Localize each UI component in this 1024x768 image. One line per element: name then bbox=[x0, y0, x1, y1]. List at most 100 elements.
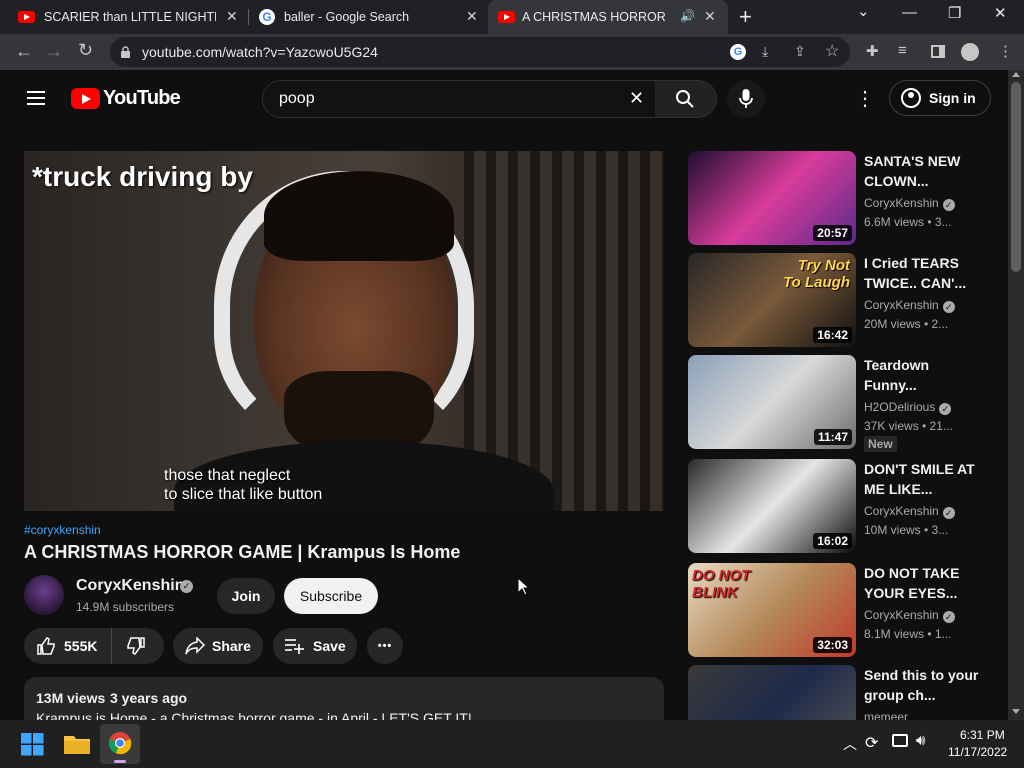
tab-audio-icon[interactable]: 🔊 bbox=[680, 9, 695, 23]
recommended-video-channel[interactable]: CoryxKenshin ✓ bbox=[864, 504, 955, 519]
reload-icon[interactable]: ↻ bbox=[78, 40, 93, 61]
tab-close-icon[interactable]: ✕ bbox=[466, 8, 478, 25]
new-tab-icon[interactable]: + bbox=[739, 4, 752, 30]
share-label: Share bbox=[212, 638, 251, 654]
clock-time[interactable]: 6:31 PM bbox=[960, 728, 1005, 742]
recommended-video-channel[interactable]: memeer bbox=[864, 710, 908, 720]
youtube-logo[interactable]: YouTube bbox=[71, 87, 181, 110]
recommended-video-title[interactable]: DON'T SMILE AT ME LIKE... bbox=[864, 459, 984, 499]
browser-tab-strip: SCARIER than LITTLE NIGHTMARES ✕ G balle… bbox=[0, 0, 1024, 34]
extensions-icon[interactable]: ✚ bbox=[866, 42, 879, 60]
minimize-icon[interactable]: — bbox=[902, 4, 917, 21]
windows-start-icon[interactable] bbox=[21, 733, 44, 756]
search-box[interactable]: poop ✕ bbox=[262, 80, 656, 118]
sync-tray-icon[interactable]: ⟳ bbox=[865, 733, 878, 753]
youtube-play-icon bbox=[71, 88, 100, 109]
tab-search-chevron-icon[interactable]: ⌄ bbox=[857, 2, 870, 20]
recommended-video-title[interactable]: Teardown Funny... bbox=[864, 355, 984, 395]
video-hashtag[interactable]: #coryxkenshin bbox=[24, 523, 101, 537]
recommended-video-channel[interactable]: H2ODelirious ✓ bbox=[864, 400, 952, 415]
scroll-down-arrow-icon[interactable] bbox=[1012, 709, 1020, 714]
thumbs-up-icon bbox=[37, 637, 55, 655]
browser-toolbar: ← → ↻ youtube.com/watch?v=YazcwoU5G24 G … bbox=[0, 34, 1024, 70]
bookmark-star-icon[interactable]: ☆ bbox=[825, 41, 839, 61]
tab-close-icon[interactable]: ✕ bbox=[704, 8, 716, 25]
search-input[interactable]: poop bbox=[279, 90, 315, 108]
video-duration-badge: 16:02 bbox=[813, 533, 852, 549]
show-hidden-icons-chevron[interactable]: ︿ bbox=[843, 734, 857, 754]
network-tray-icon[interactable] bbox=[892, 734, 908, 747]
media-control-icon[interactable]: ≡ bbox=[898, 42, 907, 59]
file-explorer-icon[interactable] bbox=[64, 733, 90, 754]
share-page-icon[interactable]: ⇪ bbox=[794, 43, 806, 60]
recommended-video-title[interactable]: SANTA'S NEW CLOWN... bbox=[864, 151, 984, 191]
clock-date[interactable]: 11/17/2022 bbox=[948, 745, 1007, 759]
scrollbar-thumb[interactable] bbox=[1011, 82, 1021, 272]
window-close-icon[interactable]: ✕ bbox=[994, 4, 1007, 22]
join-button[interactable]: Join bbox=[217, 578, 275, 614]
dislike-button[interactable] bbox=[113, 628, 164, 664]
install-app-icon[interactable]: ⤓ bbox=[762, 43, 768, 60]
channel-name-text: CoryxKenshin bbox=[864, 608, 939, 622]
voice-search-button[interactable] bbox=[727, 80, 765, 118]
thumbs-down-icon bbox=[127, 637, 145, 655]
video-caption-bottom-line-2: to slice that like button bbox=[164, 486, 323, 503]
channel-avatar[interactable] bbox=[24, 575, 64, 615]
scroll-up-arrow-icon[interactable] bbox=[1012, 72, 1020, 77]
restore-icon[interactable]: ❐ bbox=[948, 4, 961, 22]
side-panel-icon[interactable] bbox=[931, 45, 945, 58]
forward-icon[interactable]: → bbox=[45, 41, 63, 62]
lock-icon bbox=[121, 45, 130, 58]
recommended-video-channel[interactable]: CoryxKenshin ✓ bbox=[864, 196, 955, 211]
search-button[interactable] bbox=[655, 80, 717, 118]
chrome-taskbar-button[interactable] bbox=[100, 724, 140, 764]
clear-search-icon[interactable]: ✕ bbox=[629, 88, 644, 109]
recommended-video-title[interactable]: I Cried TEARS TWICE.. CAN'... bbox=[864, 253, 984, 293]
save-button[interactable]: Save bbox=[273, 628, 357, 664]
sign-in-button[interactable]: Sign in bbox=[889, 80, 991, 116]
verified-badge-icon: ✓ bbox=[942, 199, 955, 211]
profile-icon[interactable] bbox=[961, 43, 979, 61]
description-text: Krampus is Home - a Christmas horror gam… bbox=[36, 710, 472, 720]
google-lens-icon[interactable]: G bbox=[730, 44, 746, 60]
recommended-video-thumbnail[interactable]: 20:57 bbox=[688, 151, 856, 245]
volume-tray-icon[interactable]: 🔊︎ bbox=[916, 732, 925, 749]
browser-tab-2[interactable]: G baller - Google Search ✕ bbox=[248, 0, 488, 34]
verified-badge-icon: ✓ bbox=[942, 507, 955, 519]
address-bar[interactable]: youtube.com/watch?v=YazcwoU5G24 G ⤓ ⇪ ☆ bbox=[110, 37, 850, 67]
recommended-video-channel[interactable]: CoryxKenshin ✓ bbox=[864, 298, 955, 313]
recommended-video-title[interactable]: Send this to your group ch... bbox=[864, 665, 984, 705]
channel-name[interactable]: CoryxKenshin bbox=[76, 577, 184, 595]
browser-tab-3-active[interactable]: A CHRISTMAS HORROR GAME 🔊 ✕ bbox=[488, 0, 728, 34]
upload-age: 3 years ago bbox=[110, 690, 188, 706]
more-horizontal-icon: ••• bbox=[377, 640, 393, 652]
recommended-video-title[interactable]: DO NOT TAKE YOUR EYES... bbox=[864, 563, 984, 603]
recommended-video-meta: 20M views • 2... bbox=[864, 317, 949, 331]
browser-tab-1[interactable]: SCARIER than LITTLE NIGHTMARES ✕ bbox=[0, 0, 248, 34]
video-caption-top: *truck driving by bbox=[32, 161, 253, 192]
recommended-video-thumbnail[interactable] bbox=[688, 665, 856, 720]
channel-name-text: memeer bbox=[864, 710, 909, 720]
url-text[interactable]: youtube.com/watch?v=YazcwoU5G24 bbox=[142, 44, 378, 60]
tab-close-icon[interactable]: ✕ bbox=[226, 8, 238, 25]
back-icon[interactable]: ← bbox=[15, 41, 33, 62]
verified-badge-icon: ✓ bbox=[180, 580, 193, 593]
chrome-menu-icon[interactable]: ⋮ bbox=[998, 42, 1013, 60]
video-player[interactable]: *truck driving by those that neglect to … bbox=[24, 151, 664, 511]
recommended-video-thumbnail[interactable]: 11:47 bbox=[688, 355, 856, 449]
recommended-video-thumbnail[interactable]: 16:02 bbox=[688, 459, 856, 553]
page-scrollbar[interactable] bbox=[1008, 70, 1024, 720]
settings-more-icon[interactable]: ⋮ bbox=[855, 86, 875, 111]
recommended-video-channel[interactable]: CoryxKenshin ✓ bbox=[864, 608, 955, 623]
subscribe-button[interactable]: Subscribe bbox=[284, 578, 378, 614]
hair-shape bbox=[264, 171, 454, 261]
mouse-cursor-icon bbox=[517, 576, 531, 601]
like-button[interactable]: 555K bbox=[24, 628, 112, 664]
recommended-video-thumbnail[interactable]: Try Not To Laugh 16:42 bbox=[688, 253, 856, 347]
hamburger-menu-icon[interactable] bbox=[27, 91, 45, 105]
share-button[interactable]: Share bbox=[173, 628, 263, 664]
video-duration-badge: 20:57 bbox=[813, 225, 852, 241]
more-actions-button[interactable]: ••• bbox=[367, 628, 403, 664]
recommended-video-thumbnail[interactable]: DO NOT BLINK 32:03 bbox=[688, 563, 856, 657]
description-box[interactable]: 13M views 3 years ago Krampus is Home - … bbox=[24, 677, 664, 720]
